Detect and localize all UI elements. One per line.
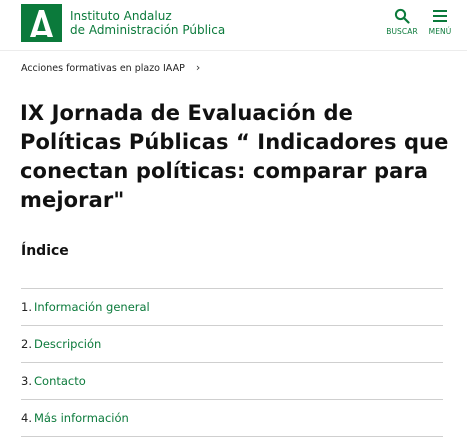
menu-label: MENÚ: [428, 27, 452, 36]
junta-andalucia-logo[interactable]: [21, 4, 62, 42]
page-title: IX Jornada de Evaluación de Políticas Pú…: [20, 101, 449, 212]
search-label: BUSCAR: [386, 27, 418, 36]
search-button[interactable]: BUSCAR: [383, 8, 421, 36]
index-link-informacion-general[interactable]: Información general: [34, 300, 150, 314]
chevron-right-icon: ›: [195, 61, 201, 74]
index-list: 1. Información general 2. Descripción 3.…: [21, 288, 443, 437]
breadcrumb-link[interactable]: Acciones formativas en plazo IAAP: [21, 63, 185, 74]
index-link-contacto[interactable]: Contacto: [34, 374, 86, 388]
index-number: 1.: [21, 300, 32, 314]
menu-button[interactable]: MENÚ: [421, 8, 459, 36]
index-item: 2. Descripción: [21, 325, 443, 362]
brand-line-2: de Administración Pública: [70, 23, 226, 37]
index-number: 3.: [21, 374, 32, 388]
logo-a-icon: [30, 10, 53, 37]
search-icon: [394, 8, 410, 24]
index-item: 1. Información general: [21, 288, 443, 325]
index-number: 2.: [21, 337, 32, 351]
index-link-descripcion[interactable]: Descripción: [34, 337, 101, 351]
brand-line-1: Instituto Andaluz: [70, 9, 172, 23]
brand-name[interactable]: Instituto Andaluz de Administración Públ…: [70, 9, 225, 37]
index-number: 4.: [21, 411, 32, 425]
index-item: 3. Contacto: [21, 362, 443, 399]
index-link-mas-informacion[interactable]: Más información: [34, 411, 129, 425]
index-heading: Índice: [21, 243, 69, 259]
site-header: Instituto Andaluz de Administración Públ…: [0, 0, 467, 51]
index-item: 4. Más información: [21, 399, 443, 437]
breadcrumb: Acciones formativas en plazo IAAP ›: [21, 61, 200, 74]
hamburger-menu-icon: [433, 10, 447, 22]
